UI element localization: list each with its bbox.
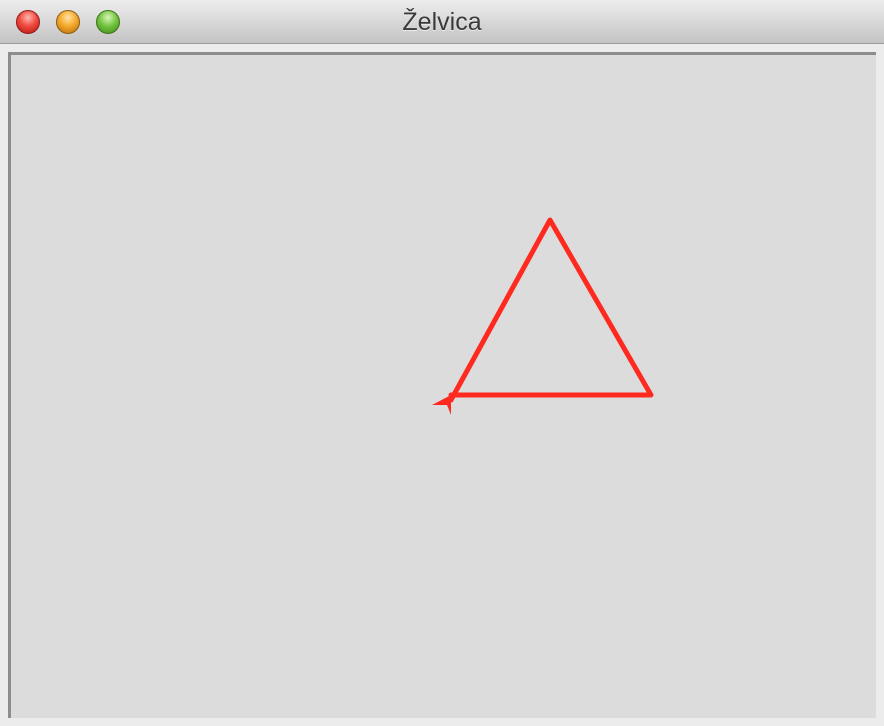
drawing-canvas xyxy=(432,217,654,415)
title-bar[interactable]: Želvica xyxy=(0,0,884,44)
turtle-window: Želvica xyxy=(0,0,884,726)
window-title: Želvica xyxy=(402,8,482,36)
turtle-arrow-icon xyxy=(432,395,451,415)
drawing-canvas-frame xyxy=(8,52,876,718)
drawn-triangle xyxy=(448,217,654,403)
